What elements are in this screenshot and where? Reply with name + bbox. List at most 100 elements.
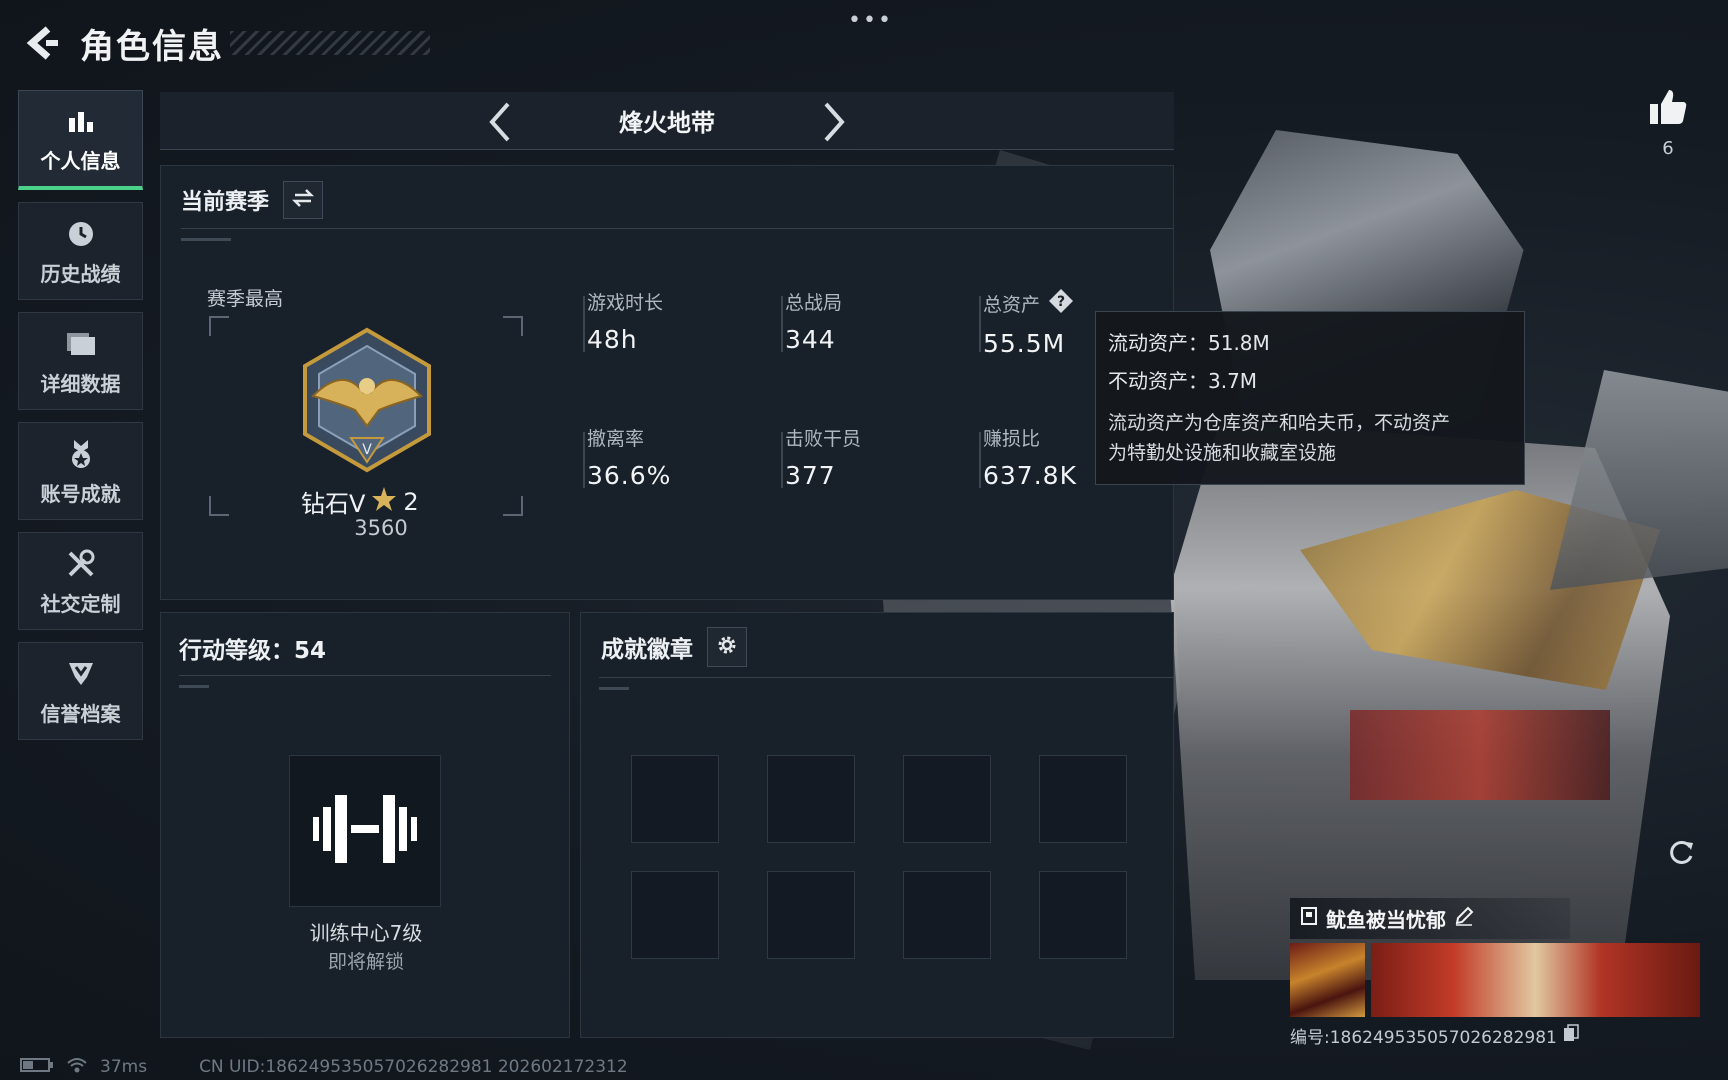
ping-value: 37ms: [100, 1057, 148, 1077]
stat-label: 击败干员: [785, 428, 862, 450]
badges-title: 成就徽章: [601, 637, 693, 663]
svg-text:?: ?: [1057, 294, 1065, 310]
back-arrow-icon[interactable]: [20, 21, 64, 65]
dumbbell-icon: [309, 791, 421, 871]
tooltip-desc-line: 流动资产为仓库资产和哈夫币，不动资产: [1108, 412, 1451, 434]
badge-slot[interactable]: [631, 755, 719, 843]
card-banner-image[interactable]: [1370, 943, 1700, 1017]
like-button[interactable]: 6: [1645, 88, 1691, 159]
chevron-left-icon[interactable]: [480, 100, 520, 144]
player-card: 鱿鱼被当忧郁 编号:186249535057026282981: [1290, 898, 1700, 1048]
battery-icon: [20, 1057, 54, 1078]
card-tag-icon: [1300, 906, 1318, 931]
sidebar-item-label: 详细数据: [40, 371, 121, 396]
sidebar-item-label: 账号成就: [40, 481, 121, 506]
badge-slot[interactable]: [903, 871, 991, 959]
player-id: 编号:186249535057026282981: [1290, 1028, 1557, 1048]
stat-total-matches: 总战局 344: [785, 288, 955, 354]
thumbs-up-icon: [1648, 90, 1688, 130]
tools-icon: [63, 546, 99, 582]
stat-value: 48h: [587, 325, 638, 354]
sidebar: 个人信息 历史战绩 详细数据 账号成就 社交定制 信誉档案: [18, 90, 144, 752]
assets-tooltip: 流动资产：51.8M 不动资产：3.7M 流动资产为仓库资产和哈夫币，不动资产 …: [1095, 311, 1525, 485]
stat-play-time: 游戏时长 48h: [587, 288, 757, 354]
tooltip-description: 流动资产为仓库资产和哈夫币，不动资产 为特勤处设施和收藏室设施: [1108, 408, 1512, 468]
badge-slot[interactable]: [1039, 871, 1127, 959]
mode-selector: 烽火地带: [160, 92, 1174, 150]
stat-divider: [583, 432, 585, 488]
title-decoration: [230, 31, 430, 55]
page-header: 角色信息: [20, 18, 430, 68]
season-panel: 当前赛季 赛季最高 V 钻石V 2 3560 游戏时长 48h 总战局 344 …: [160, 165, 1174, 600]
swap-icon: [291, 188, 315, 212]
action-level-panel: 行动等级：54 训练中心7级 即将解锁: [160, 612, 570, 1038]
sidebar-item-credit-record[interactable]: 信誉档案: [18, 642, 143, 740]
bar-chart-icon: [63, 103, 99, 139]
divider: [179, 675, 551, 676]
sidebar-item-label: 个人信息: [40, 149, 121, 173]
badge-slot[interactable]: [631, 871, 719, 959]
divider-accent: [181, 238, 231, 241]
sidebar-item-label: 历史战绩: [40, 261, 121, 286]
stat-divider: [781, 432, 783, 488]
season-title: 当前赛季: [181, 190, 270, 215]
badges-settings-button[interactable]: [707, 627, 747, 667]
diamond-rank-emblem-icon: V: [293, 326, 441, 474]
stat-value: 36.6%: [587, 461, 672, 490]
edit-pencil-icon[interactable]: [1454, 906, 1474, 931]
player-name: 鱿鱼被当忧郁: [1326, 908, 1446, 932]
more-options-icon[interactable]: •••: [848, 8, 893, 33]
training-center-label: 训练中心7级: [309, 921, 423, 945]
training-center-status: 即将解锁: [327, 951, 404, 973]
badge-slot[interactable]: [767, 755, 855, 843]
sidebar-item-personal-info[interactable]: 个人信息: [18, 90, 143, 190]
achievement-medal-icon: [63, 436, 99, 472]
stat-label: 总战局: [785, 292, 843, 314]
switch-season-button[interactable]: [283, 181, 324, 219]
copy-icon[interactable]: [1563, 1024, 1579, 1047]
stat-label: 游戏时长: [587, 292, 664, 314]
rank-name: 钻石V: [301, 490, 366, 518]
tooltip-desc-line: 为特勤处设施和收藏室设施: [1108, 442, 1337, 464]
sidebar-item-achievements[interactable]: 账号成就: [18, 422, 143, 520]
badge-slot[interactable]: [1039, 755, 1127, 843]
divider-accent: [179, 685, 209, 688]
season-best-label: 赛季最高: [207, 288, 284, 310]
mode-title: 烽火地带: [619, 109, 715, 137]
divider: [599, 677, 1173, 678]
page-title: 角色信息: [80, 26, 224, 67]
uid-text: CN UID:186249535057026282981 20260217231…: [199, 1057, 628, 1077]
player-name-row: 鱿鱼被当忧郁: [1290, 898, 1570, 939]
sidebar-item-label: 信誉档案: [40, 701, 121, 726]
like-count: 6: [1662, 138, 1674, 159]
card-avatar-image[interactable]: [1290, 943, 1365, 1017]
rank-stars: 2: [403, 487, 419, 516]
badge-slot[interactable]: [903, 755, 991, 843]
stat-label: 总资产: [983, 294, 1041, 316]
sidebar-item-history[interactable]: 历史战绩: [18, 202, 143, 300]
achievement-badges-panel: 成就徽章: [580, 612, 1174, 1038]
rank-name-row: 钻石V 2: [301, 484, 461, 519]
stat-extract-rate: 撤离率 36.6%: [587, 424, 757, 490]
svg-text:V: V: [362, 442, 372, 458]
help-question-icon[interactable]: ?: [1048, 288, 1074, 319]
sidebar-item-detailed-data[interactable]: 详细数据: [18, 312, 143, 410]
sidebar-item-social-custom[interactable]: 社交定制: [18, 532, 143, 630]
card-images: [1290, 943, 1700, 1017]
training-center-tile[interactable]: [289, 755, 441, 907]
tooltip-liquid-assets: 流动资产：51.8M: [1108, 331, 1270, 355]
stat-divider: [583, 296, 585, 352]
badge-slot[interactable]: [767, 871, 855, 959]
wifi-icon: [66, 1056, 88, 1079]
stat-divider: [781, 296, 783, 352]
stat-divider: [979, 432, 981, 488]
status-bar: 37ms CN UID:186249535057026282981 202602…: [20, 1056, 628, 1078]
chevron-right-icon[interactable]: [814, 100, 854, 144]
star-icon: [371, 486, 397, 518]
tooltip-fixed-assets: 不动资产：3.7M: [1108, 369, 1258, 393]
refresh-rotate-icon[interactable]: [1666, 838, 1696, 868]
gear-icon: [716, 634, 738, 660]
shield-badge-icon: [63, 656, 99, 692]
divider: [181, 228, 1173, 229]
stat-divider: [979, 296, 981, 352]
